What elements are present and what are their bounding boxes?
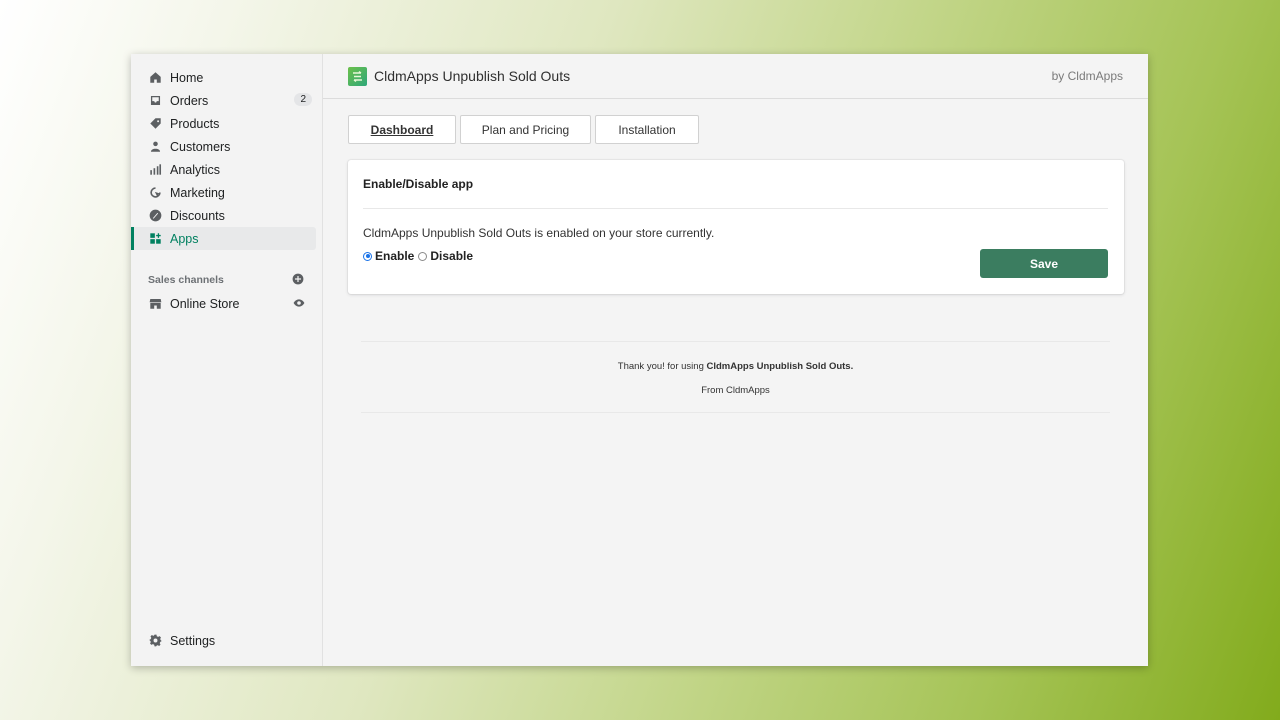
enable-disable-card: Enable/Disable app CldmApps Unpublish So… [348, 160, 1124, 294]
sidebar-settings: Settings [131, 629, 322, 652]
sidebar-item-label: Customers [170, 139, 231, 154]
store-icon [148, 297, 162, 311]
gear-icon [148, 634, 162, 648]
sidebar-item-home[interactable]: Home [131, 66, 316, 89]
sidebar-item-discounts[interactable]: Discounts [131, 204, 316, 227]
sales-channels-label: Sales channels [148, 274, 224, 286]
sidebar-item-analytics[interactable]: Analytics [131, 158, 316, 181]
sidebar-item-settings[interactable]: Settings [131, 629, 316, 652]
orders-icon [148, 94, 162, 108]
sidebar: Home Orders 2 Products Customers Analyti… [131, 54, 323, 666]
plus-circle-icon[interactable] [292, 273, 304, 288]
admin-window: Home Orders 2 Products Customers Analyti… [131, 54, 1148, 666]
save-button[interactable]: Save [980, 249, 1108, 278]
sidebar-item-label: Apps [170, 231, 199, 246]
person-icon [148, 140, 162, 154]
disable-label[interactable]: Disable [430, 249, 473, 263]
thanks-line: Thank you! for using CldmApps Unpublish … [361, 361, 1110, 372]
sidebar-item-label: Home [170, 70, 204, 85]
marketing-icon [148, 186, 162, 200]
sidebar-item-label: Marketing [170, 185, 225, 200]
bar-chart-icon [148, 163, 162, 177]
from-line: From CldmApps [701, 385, 770, 396]
main-content: CldmApps Unpublish Sold Outs by CldmApps… [323, 54, 1148, 666]
footer: Thank you! for using CldmApps Unpublish … [361, 341, 1110, 413]
sidebar-item-orders[interactable]: Orders 2 [131, 89, 316, 112]
sidebar-item-products[interactable]: Products [131, 112, 316, 135]
tag-icon [148, 117, 162, 131]
discount-icon [148, 209, 162, 223]
tab-dashboard[interactable]: Dashboard [348, 115, 456, 144]
sales-channels-heading: Sales channels [131, 272, 322, 288]
status-text: CldmApps Unpublish Sold Outs is enabled … [363, 226, 715, 240]
tab-installation[interactable]: Installation [595, 115, 699, 144]
sidebar-item-label: Discounts [170, 208, 225, 223]
thanks-app-name: CldmApps Unpublish Sold Outs. [706, 361, 854, 372]
sidebar-item-apps[interactable]: Apps [131, 227, 316, 250]
sidebar-item-online-store[interactable]: Online Store [131, 292, 316, 315]
home-icon [148, 71, 162, 85]
sidebar-item-label: Online Store [170, 296, 240, 311]
thanks-prefix: Thank you! for using [617, 361, 707, 372]
disable-radio[interactable] [418, 251, 428, 261]
app-header: CldmApps Unpublish Sold Outs by CldmApps [323, 54, 1148, 99]
sidebar-item-customers[interactable]: Customers [131, 135, 316, 158]
sidebar-item-label: Products [170, 116, 220, 131]
sidebar-item-label: Analytics [170, 162, 221, 177]
developer-credit: by CldmApps [1051, 69, 1123, 83]
sidebar-item-marketing[interactable]: Marketing [131, 181, 316, 204]
card-title: Enable/Disable app [363, 177, 474, 191]
tab-bar: Dashboard Plan and Pricing Installation [323, 99, 1148, 144]
card-divider [363, 208, 1108, 209]
sidebar-item-label: Settings [170, 633, 216, 648]
sidebar-nav: Home Orders 2 Products Customers Analyti… [131, 54, 322, 250]
app-title: CldmApps Unpublish Sold Outs [374, 68, 571, 84]
enable-radio[interactable] [363, 251, 372, 261]
enable-label[interactable]: Enable [375, 249, 414, 263]
sidebar-item-label: Orders [170, 93, 209, 108]
apps-icon [148, 232, 162, 246]
orders-count-badge: 2 [294, 93, 312, 106]
eye-icon[interactable] [293, 297, 305, 312]
tab-plan-and-pricing[interactable]: Plan and Pricing [460, 115, 591, 144]
app-logo-icon [348, 66, 367, 86]
